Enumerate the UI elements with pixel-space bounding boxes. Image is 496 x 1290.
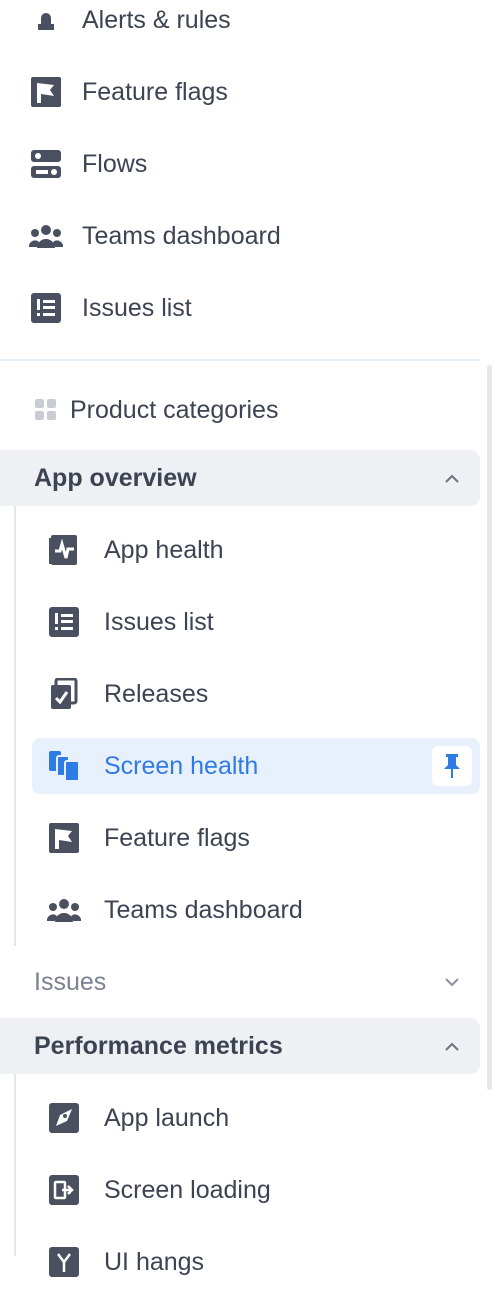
pin-icon — [444, 754, 460, 778]
nav-item-label: Feature flags — [82, 77, 228, 106]
sub-item-label: App launch — [104, 1103, 230, 1132]
sub-item-issues-list[interactable]: Issues list — [32, 594, 480, 650]
sub-item-releases[interactable]: Releases — [32, 666, 480, 722]
chevron-up-icon — [444, 1038, 460, 1054]
nav-item-alerts-rules[interactable]: Alerts & rules — [28, 0, 478, 48]
pulse-icon — [46, 532, 82, 568]
tree-rail — [14, 506, 16, 946]
sub-item-screen-loading[interactable]: Screen loading — [32, 1162, 480, 1218]
screens-icon — [46, 748, 82, 784]
sub-item-teams-dashboard[interactable]: Teams dashboard — [32, 882, 480, 938]
flag-icon — [46, 820, 82, 856]
sub-item-app-health[interactable]: App health — [32, 522, 480, 578]
tree-rail — [14, 1074, 16, 1256]
nav-item-label: Alerts & rules — [82, 5, 231, 34]
sub-item-app-launch[interactable]: App launch — [32, 1090, 480, 1146]
team-icon — [46, 892, 82, 928]
chevron-down-icon — [444, 974, 460, 990]
team-icon — [28, 218, 64, 254]
hang-icon — [46, 1244, 82, 1280]
product-categories-label: Product categories — [70, 395, 279, 424]
sub-item-label: App health — [104, 535, 224, 564]
nav-item-label: Issues list — [82, 293, 192, 322]
sub-item-label: Releases — [104, 679, 209, 708]
chevron-up-icon — [444, 470, 460, 486]
sub-item-label: Feature flags — [104, 823, 250, 852]
release-icon — [46, 676, 82, 712]
section-app-overview[interactable]: App overview — [0, 450, 480, 506]
sub-item-feature-flags[interactable]: Feature flags — [32, 810, 480, 866]
flag-icon — [28, 74, 64, 110]
pin-button[interactable] — [432, 746, 472, 786]
section-title: App overview — [34, 463, 197, 492]
nav-item-label: Flows — [82, 149, 148, 178]
screen-loading-icon — [46, 1172, 82, 1208]
sub-item-screen-health[interactable]: Screen health — [32, 738, 480, 794]
nav-item-label: Teams dashboard — [82, 221, 281, 250]
section-title: Issues — [34, 967, 107, 996]
section-issues[interactable]: Issues — [0, 954, 480, 1010]
rocket-icon — [46, 1100, 82, 1136]
sub-item-label: Issues list — [104, 607, 214, 636]
grid-icon — [34, 392, 58, 428]
flows-icon — [28, 146, 64, 182]
list-icon — [28, 290, 64, 326]
nav-item-flows[interactable]: Flows — [28, 136, 478, 192]
section-title: Performance metrics — [34, 1031, 283, 1060]
nav-item-feature-flags[interactable]: Feature flags — [28, 64, 478, 120]
sub-item-label: Screen health — [104, 751, 259, 780]
alarm-icon — [28, 2, 64, 38]
sub-item-label: UI hangs — [104, 1247, 205, 1276]
scrollbar[interactable] — [487, 365, 492, 1090]
section-divider — [0, 359, 480, 361]
list-icon — [46, 604, 82, 640]
nav-item-teams-dashboard[interactable]: Teams dashboard — [28, 208, 478, 264]
nav-item-issues-list[interactable]: Issues list — [28, 280, 478, 336]
sub-item-label: Teams dashboard — [104, 895, 303, 924]
sub-item-label: Screen loading — [104, 1175, 271, 1204]
sub-item-ui-hangs[interactable]: UI hangs — [32, 1234, 480, 1290]
product-categories-link[interactable]: Product categories — [34, 382, 484, 438]
section-performance-metrics[interactable]: Performance metrics — [0, 1018, 480, 1074]
